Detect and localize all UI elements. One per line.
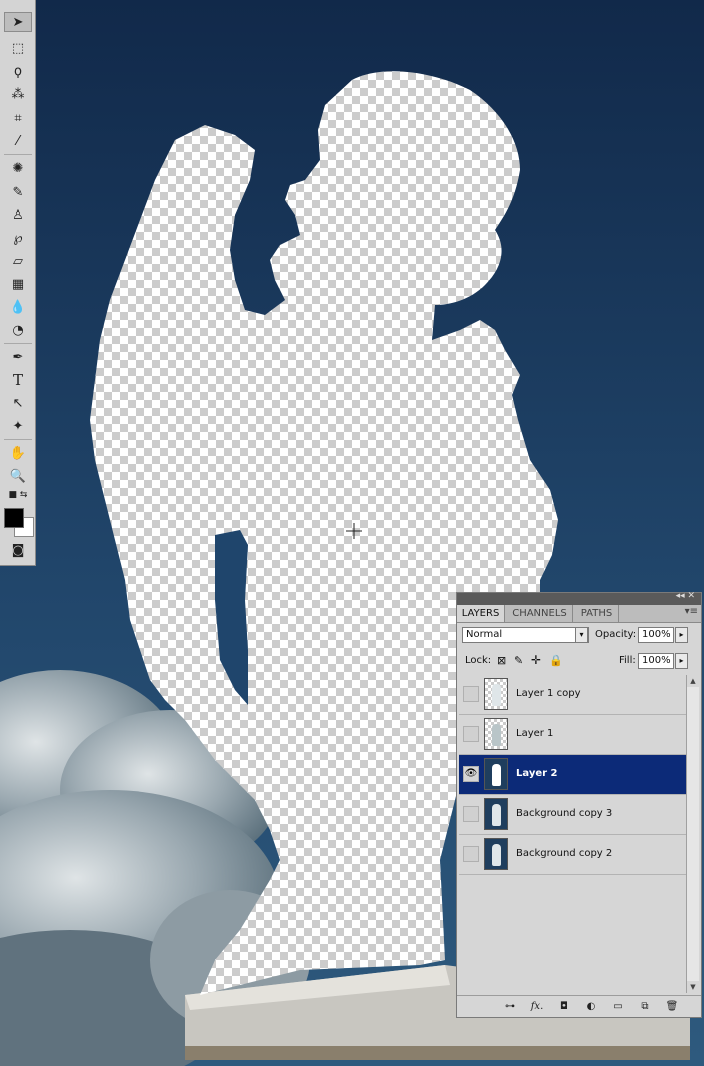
new-layer-icon[interactable]: ⧉ <box>637 1000 653 1014</box>
adjustment-layer-icon[interactable]: ◐ <box>583 1000 599 1014</box>
crop-tool-icon[interactable]: ⌗ <box>4 108 32 128</box>
fill-label: Fill: <box>619 655 636 666</box>
opacity-field[interactable]: 100% <box>638 627 674 643</box>
fill-slider-arrow-icon[interactable]: ▸ <box>675 653 688 669</box>
layer-name: Layer 2 <box>516 768 558 779</box>
shape-tool-icon[interactable]: ✦ <box>4 416 32 436</box>
lock-all-icon[interactable]: 🔒 <box>549 654 563 667</box>
layer-row-background-copy-3[interactable]: Background copy 3 <box>459 795 686 835</box>
layer-thumbnail <box>484 718 508 750</box>
scroll-down-icon[interactable]: ▼ <box>687 981 699 993</box>
foreground-color-swatch[interactable] <box>4 508 24 528</box>
move-tool-icon[interactable]: ➤ <box>4 12 32 32</box>
panel-tabs: LAYERS CHANNELS PATHS ▾≡ <box>457 605 701 623</box>
tab-layers[interactable]: LAYERS <box>457 605 505 622</box>
layer-name: Background copy 2 <box>516 848 613 859</box>
layer-thumbnail <box>484 678 508 710</box>
hand-tool-icon[interactable]: ✋ <box>4 443 32 463</box>
layer-row-layer-1[interactable]: Layer 1 <box>459 715 686 755</box>
eye-icon[interactable]: 👁 <box>463 766 479 782</box>
toolbox: ➤ ⬚ ϙ ⁂ ⌗ ⁄ ✺ ✎ ♙ ℘ ▱ ▦ 💧 ◔ ✒ T ↖ ✦ ✋ 🔍 … <box>0 0 36 566</box>
panel-footer: ⊶ fx. ◘ ◐ ▭ ⧉ 🗑 <box>457 995 701 1018</box>
history-brush-tool-icon[interactable]: ℘ <box>4 228 32 248</box>
layer-name: Layer 1 <box>516 728 554 739</box>
dodge-tool-icon[interactable]: ◔ <box>4 320 32 340</box>
lock-transparency-icon[interactable]: ⊠ <box>497 654 506 667</box>
lasso-tool-icon[interactable]: ϙ <box>4 61 32 81</box>
trash-icon[interactable]: 🗑 <box>664 1000 680 1014</box>
swap-colors-icon[interactable]: ■ ⇆ <box>4 488 32 502</box>
layer-name: Layer 1 copy <box>516 688 581 699</box>
eraser-tool-icon[interactable]: ▱ <box>4 251 32 271</box>
magic-wand-tool-icon[interactable]: ⁂ <box>4 84 32 104</box>
layer-list: Layer 1 copy Layer 1 👁 Layer 2 Backgroun… <box>457 675 686 993</box>
quick-mask-icon[interactable]: ◙ <box>4 540 32 560</box>
blur-tool-icon[interactable]: 💧 <box>4 297 32 317</box>
panel-title-bar[interactable]: ◂◂ ✕ <box>457 591 701 605</box>
marquee-tool-icon[interactable]: ⬚ <box>4 38 32 58</box>
layer-name: Background copy 3 <box>516 808 613 819</box>
path-selection-tool-icon[interactable]: ↖ <box>4 393 32 413</box>
layer-list-scrollbar[interactable]: ▲ ▼ <box>686 675 699 993</box>
layer-thumbnail <box>484 758 508 790</box>
zoom-tool-icon[interactable]: 🔍 <box>4 466 32 486</box>
fill-field[interactable]: 100% <box>638 653 674 669</box>
tab-paths[interactable]: PATHS <box>575 605 619 622</box>
layers-panel: ◂◂ ✕ LAYERS CHANNELS PATHS ▾≡ Normal ▾ O… <box>456 591 702 1018</box>
layer-row-background-copy-2[interactable]: Background copy 2 <box>459 835 686 875</box>
blend-mode-select[interactable]: Normal <box>462 627 589 643</box>
layer-row-layer-1-copy[interactable]: Layer 1 copy <box>459 675 686 715</box>
lock-image-icon[interactable]: ✎ <box>514 654 523 667</box>
link-layers-icon[interactable]: ⊶ <box>502 1000 518 1014</box>
fx-icon[interactable]: fx. <box>529 1000 545 1014</box>
panel-menu-icon[interactable]: ▾≡ <box>685 606 698 617</box>
type-tool-icon[interactable]: T <box>4 370 32 390</box>
layer-thumbnail <box>484 798 508 830</box>
opacity-slider-arrow-icon[interactable]: ▸ <box>675 627 688 643</box>
visibility-toggle[interactable] <box>463 806 479 822</box>
visibility-toggle[interactable] <box>463 846 479 862</box>
scroll-up-icon[interactable]: ▲ <box>687 675 699 687</box>
spot-healing-tool-icon[interactable]: ✺ <box>4 158 32 178</box>
add-mask-icon[interactable]: ◘ <box>556 1000 572 1014</box>
tab-channels[interactable]: CHANNELS <box>507 605 573 622</box>
layer-row-layer-2[interactable]: 👁 Layer 2 <box>459 755 686 795</box>
new-group-icon[interactable]: ▭ <box>610 1000 626 1014</box>
collapse-icon[interactable]: ◂◂ ✕ <box>676 591 695 601</box>
eyedropper-tool-icon[interactable]: ⁄ <box>4 131 32 151</box>
opacity-label: Opacity: <box>595 629 637 640</box>
layer-thumbnail <box>484 838 508 870</box>
visibility-toggle[interactable] <box>463 726 479 742</box>
chevron-down-icon[interactable]: ▾ <box>575 627 588 643</box>
lock-label: Lock: <box>465 655 492 666</box>
lock-position-icon[interactable]: ✛ <box>531 653 541 667</box>
visibility-toggle[interactable] <box>463 686 479 702</box>
brush-tool-icon[interactable]: ✎ <box>4 182 32 202</box>
clone-stamp-tool-icon[interactable]: ♙ <box>4 205 32 225</box>
gradient-tool-icon[interactable]: ▦ <box>4 274 32 294</box>
pen-tool-icon[interactable]: ✒ <box>4 347 32 367</box>
